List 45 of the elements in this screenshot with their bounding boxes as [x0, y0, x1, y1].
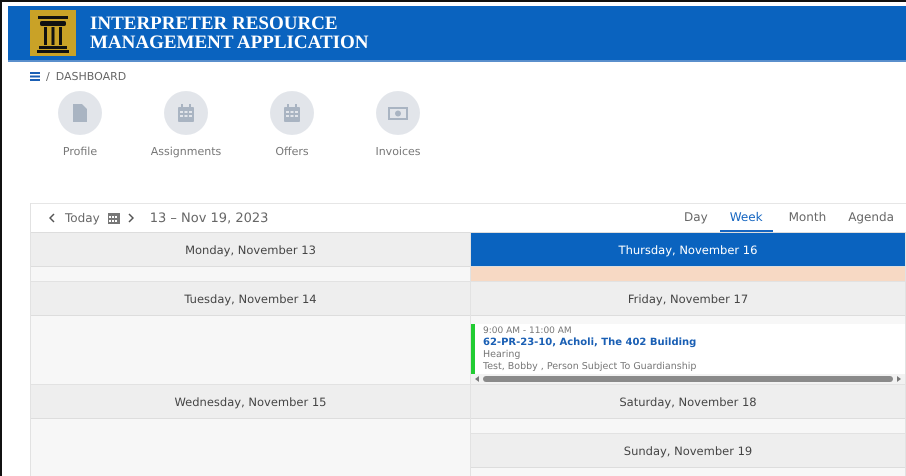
breadcrumb-separator: /	[46, 70, 50, 83]
day-header: Tuesday, November 14	[31, 282, 470, 316]
event-people: Test, Bobby , Person Subject To Guardianship	[483, 361, 698, 372]
app-title: INTERPRETER RESOURCE MANAGEMENT APPLICATION	[90, 14, 369, 52]
day-header: Wednesday, November 15	[31, 385, 470, 419]
shortcut-circle[interactable]	[164, 91, 208, 135]
today-button[interactable]: Today	[63, 211, 102, 225]
event-type: Hearing	[483, 349, 522, 360]
previous-button[interactable]	[47, 213, 57, 223]
day-header: Sunday, November 19	[471, 434, 905, 468]
calendar-icon	[283, 104, 301, 122]
banknote-icon	[388, 106, 408, 120]
day-header: Thursday, November 16	[471, 233, 905, 267]
menu-icon[interactable]	[30, 72, 40, 81]
shortcut-label: Invoices	[375, 145, 421, 158]
scrollbar-thumb[interactable]	[483, 376, 893, 382]
shortcut-tile[interactable]: Invoices	[364, 91, 432, 158]
view-tab[interactable]: Agenda	[838, 204, 904, 232]
document-icon	[73, 104, 87, 122]
shortcut-tile[interactable]: Assignments	[152, 91, 220, 158]
shortcut-tile[interactable]: Offers	[258, 91, 326, 158]
horizontal-scrollbar[interactable]	[471, 374, 905, 384]
event-card[interactable]: 9:00 AM - 11:00 AM 62-PR-23-10, Acholi, The 402 Building Hearing Test, Bobby , Person Subject To Guardianship	[471, 324, 905, 374]
pillar-logo-icon	[30, 10, 76, 56]
view-tab[interactable]: Day	[674, 204, 718, 232]
calendar-icon	[177, 104, 195, 122]
scroll-right-icon[interactable]	[897, 376, 901, 382]
day-header: Monday, November 13	[31, 233, 470, 267]
scroll-left-icon[interactable]	[475, 376, 479, 382]
event-time: 9:00 AM - 11:00 AM	[483, 326, 573, 336]
shortcut-label: Offers	[275, 145, 309, 158]
calendar-icon[interactable]	[108, 212, 120, 224]
shortcut-circle[interactable]	[58, 91, 102, 135]
day-header: Saturday, November 18	[471, 385, 905, 419]
view-tab[interactable]: Month	[778, 204, 836, 232]
shortcut-label: Profile	[62, 145, 98, 158]
day-header: Friday, November 17	[471, 282, 905, 316]
shortcut-circle[interactable]	[270, 91, 314, 135]
shortcut-tile[interactable]: Profile	[46, 91, 114, 158]
event-title: 62-PR-23-10, Acholi, The 402 Building	[483, 337, 698, 348]
shortcut-label: Assignments	[150, 145, 222, 158]
next-button[interactable]	[126, 213, 136, 223]
date-range: 13 – Nov 19, 2023	[150, 210, 268, 226]
shortcut-circle[interactable]	[376, 91, 420, 135]
breadcrumb-current: DASHBOARD	[56, 70, 126, 83]
